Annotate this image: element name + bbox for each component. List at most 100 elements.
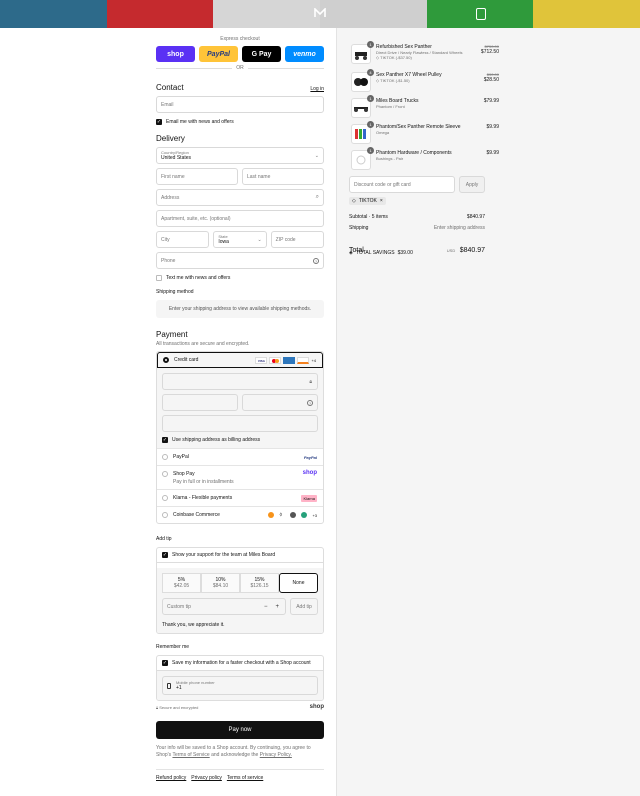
close-icon[interactable]: × (380, 198, 383, 204)
discount-code-placeholder: Discount code or gift card (354, 181, 411, 188)
radio-icon (162, 512, 168, 518)
text-news-checkbox[interactable]: Text me with news and offers (156, 275, 324, 281)
tip-pct: None (292, 580, 305, 586)
tip-option-15[interactable]: 15% $126.15 (240, 573, 279, 593)
last-name-field[interactable]: Last name (242, 168, 324, 185)
tip-support-checkbox[interactable]: ✓ Show your support for the team at Miles… (157, 548, 323, 563)
legal-text: Your info will be saved to a Shop accoun… (156, 745, 324, 759)
tip-option-5[interactable]: 5% $42.05 (162, 573, 201, 593)
crypto-icon (290, 512, 297, 518)
tip-amount: $126.15 (250, 583, 269, 589)
store-logo-icon[interactable] (312, 7, 328, 20)
security-code-field[interactable]: ? (242, 394, 318, 411)
tag-icon: ◇ (352, 198, 356, 204)
currency-label: USD (446, 248, 456, 253)
klarna-option[interactable]: Klarna - Flexible payments Klarna (157, 489, 323, 506)
privacy-policy-link[interactable]: Privacy policy (191, 775, 222, 781)
credit-card-option[interactable]: Credit card VISA +4 (157, 352, 323, 368)
expiration-field[interactable] (162, 394, 238, 411)
product-price: $9.99 (486, 150, 499, 156)
tip-option-none[interactable]: None (279, 573, 318, 593)
quantity-badge: 1 (367, 121, 374, 128)
cart-bag-icon[interactable] (476, 8, 486, 20)
terms-of-service-link[interactable]: Terms of service (227, 775, 263, 781)
discount-tag-label: TIKTOK (358, 198, 377, 204)
first-name-field[interactable]: First name (156, 168, 238, 185)
checkbox-checked-icon: ✓ (162, 660, 168, 666)
product-variant: Bushings - Pair (376, 156, 404, 161)
quantity-badge: 1 (367, 41, 374, 48)
state-select[interactable]: State Iowa ⌄ (213, 231, 267, 248)
shop-pay-button[interactable]: shop (156, 46, 195, 62)
paypal-option[interactable]: PayPal PayPal (157, 448, 323, 465)
shop-logo: shop (309, 704, 324, 710)
shipping-row: Shipping Enter shipping address (349, 225, 485, 231)
plus-icon[interactable]: + (275, 604, 279, 610)
country-value: United States (161, 155, 192, 161)
payment-subtitle: All transactions are secure and encrypte… (156, 341, 250, 347)
phone-field[interactable]: Phone ? (156, 252, 324, 269)
login-link[interactable]: Log in (310, 86, 324, 92)
help-icon[interactable]: ? (307, 399, 313, 406)
banner-segment (0, 0, 107, 28)
lock-icon: 🔒︎ (309, 378, 312, 385)
apartment-placeholder: Apartment, suite, etc. (optional) (161, 215, 231, 222)
ethereum-icon: ⬨ (279, 512, 283, 518)
subtotal-value: $840.97 (466, 214, 485, 220)
shop-pay-option[interactable]: Shop Pay Pay in full or in installments s… (157, 465, 323, 489)
visa-icon: VISA (255, 356, 268, 364)
footer-links: Refund policy Privacy policy Terms of se… (156, 775, 324, 781)
coinbase-option[interactable]: Coinbase Commerce ⬨ +3 (157, 506, 323, 523)
name-on-card-field[interactable] (162, 415, 318, 432)
custom-tip-field[interactable]: Custom tip − + (162, 598, 286, 615)
country-select[interactable]: Country/Region United States ⌄ (156, 147, 324, 164)
google-pay-button[interactable]: G Pay (242, 46, 281, 62)
zip-field[interactable]: ZIP code (270, 231, 324, 248)
email-field[interactable]: Email (156, 96, 324, 113)
add-tip-button[interactable]: Add tip (290, 598, 318, 615)
apartment-field[interactable]: Apartment, suite, etc. (optional) (156, 210, 324, 227)
cart-item: 1 Phantom Hardware / Components Bushings… (351, 147, 499, 170)
price-block: $750.00 $712.50 (455, 44, 499, 55)
venmo-button[interactable]: venmo (285, 46, 324, 62)
checkbox-unchecked-icon (156, 275, 162, 281)
discount-code-field[interactable]: Discount code or gift card (349, 176, 455, 193)
checkbox-checked-icon: ✓ (162, 552, 168, 558)
cart-item: 1 Refurbished Sex Panther Direct Drive /… (351, 41, 499, 64)
pay-now-button[interactable]: Pay now (156, 721, 324, 739)
apply-button[interactable]: Apply (459, 176, 485, 193)
checkbox-checked-icon: ✓ (156, 119, 162, 125)
card-number-field[interactable]: 🔒︎ (162, 373, 318, 390)
discover-icon (297, 356, 310, 364)
more-crypto-count: +3 (312, 512, 317, 518)
shipping-method-heading: Shipping method (156, 289, 194, 295)
help-icon[interactable]: ? (313, 257, 319, 264)
privacy-link[interactable]: Privacy Policy. (260, 752, 292, 758)
city-field[interactable]: City (156, 231, 210, 248)
banner-segment (533, 0, 640, 28)
paypal-button[interactable]: PayPal (199, 46, 238, 62)
email-placeholder: Email (161, 101, 174, 108)
address-field[interactable]: Address ⌕ (156, 189, 324, 206)
tip-option-10[interactable]: 10% $84.10 (201, 573, 240, 593)
mobile-phone-field[interactable]: Mobile phone number +1 (162, 676, 318, 695)
phone-icon (167, 682, 171, 689)
banner-segment (106, 0, 214, 28)
tip-amount: $42.05 (173, 583, 190, 589)
save-info-checkbox[interactable]: ✓ Save my information for a faster checko… (157, 656, 323, 671)
terms-link[interactable]: Terms of Service (172, 752, 209, 758)
product-price: $712.50 (480, 49, 499, 55)
more-cards-count: +4 (311, 357, 316, 363)
quantity-badge: 1 (367, 95, 374, 102)
billing-address-checkbox[interactable]: ✓ Use shipping address as billing address (162, 437, 318, 443)
address-placeholder: Address (161, 194, 180, 201)
minus-icon[interactable]: − (264, 604, 268, 610)
state-value: Iowa (218, 239, 229, 245)
search-icon: ⌕ (315, 194, 319, 200)
tip-thanks: Thank you, we appreciate it. (162, 622, 225, 628)
legal-and: and acknowledge the (211, 752, 259, 758)
payment-heading: Payment (156, 330, 188, 339)
refund-policy-link[interactable]: Refund policy (156, 775, 186, 781)
mastercard-icon (269, 356, 282, 364)
email-news-checkbox[interactable]: ✓ Email me with news and offers (156, 119, 324, 125)
